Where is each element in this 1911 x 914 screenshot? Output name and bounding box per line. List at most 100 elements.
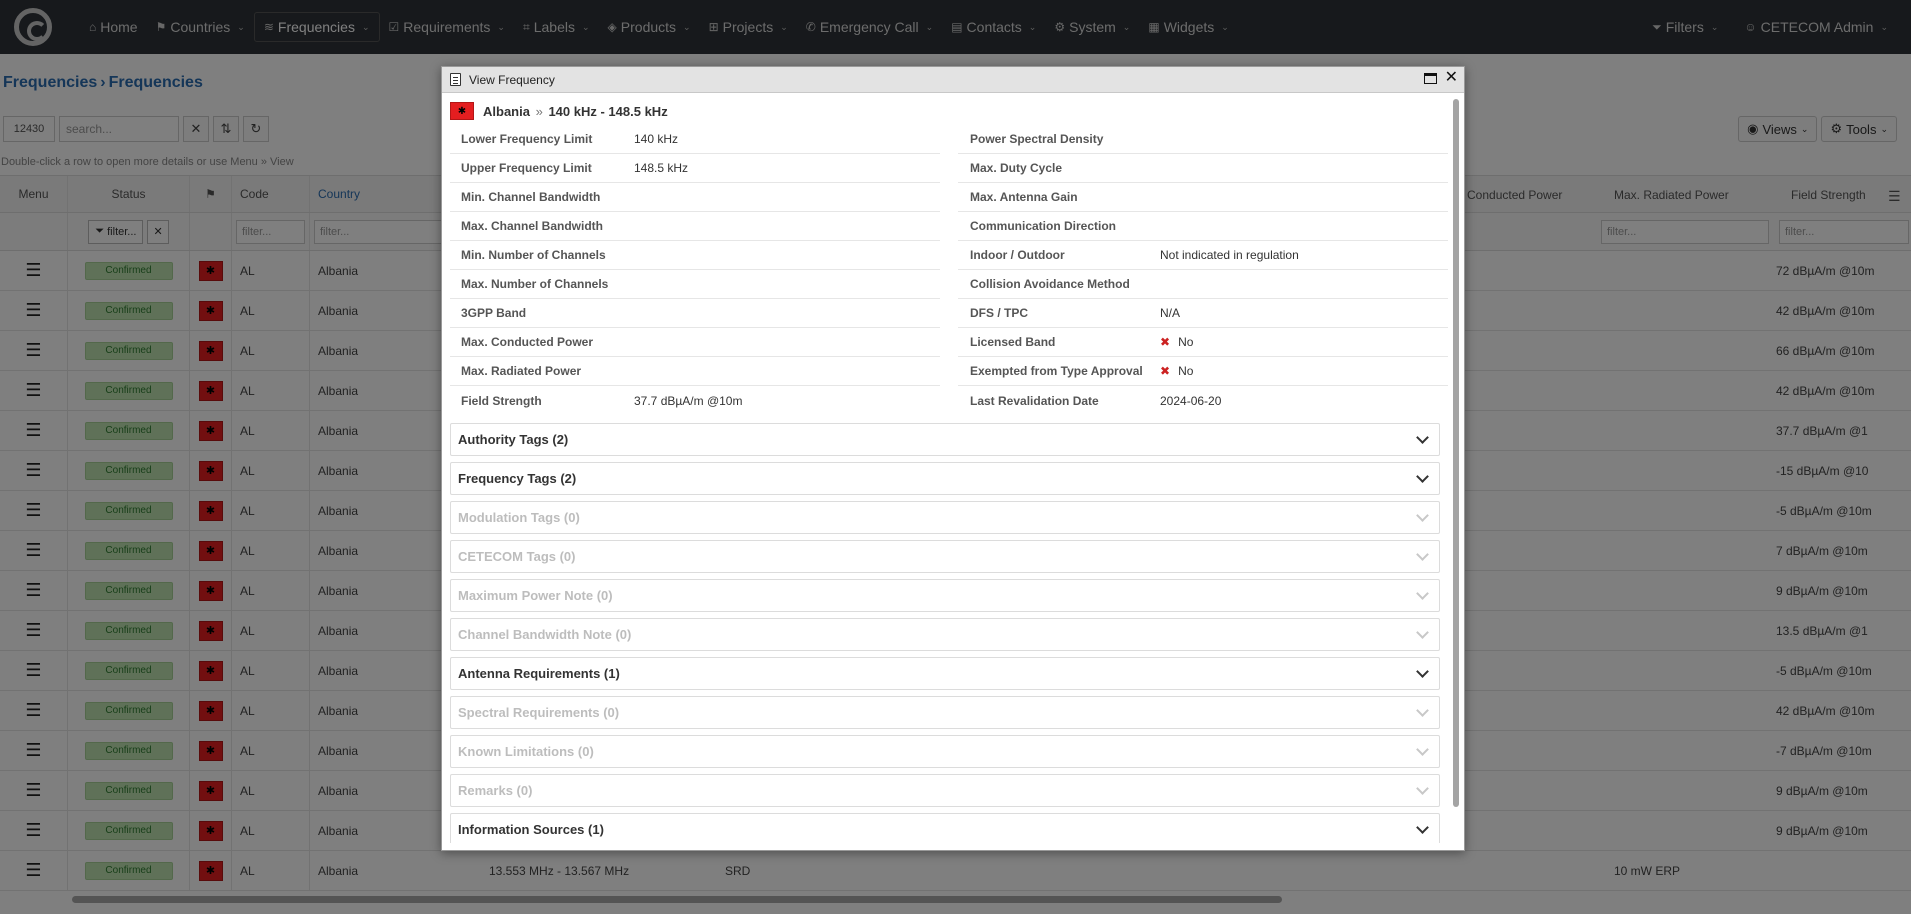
detail-label: Collision Avoidance Method <box>970 277 1130 291</box>
detail-row: Min. Number of Channels <box>450 241 940 270</box>
chevron-down-icon <box>1416 470 1429 483</box>
detail-row: Collision Avoidance Method <box>958 270 1448 299</box>
albania-flag-icon: ✱ <box>450 102 474 120</box>
detail-row: Power Spectral Density <box>958 125 1448 154</box>
detail-row: DFS / TPC N/A <box>958 299 1448 328</box>
section-spectral-requirements-0: Spectral Requirements (0) <box>450 696 1440 729</box>
detail-value-text: 2024-06-20 <box>1160 393 1222 408</box>
section-label: Modulation Tags (0) <box>458 510 580 525</box>
detail-label: Upper Frequency Limit <box>461 161 592 175</box>
chevron-down-icon <box>1416 704 1429 717</box>
detail-row: Lower Frequency Limit 140 kHz <box>450 125 940 154</box>
frequency-details: Lower Frequency Limit 140 kHz Upper Freque… <box>450 125 1448 415</box>
detail-value-text: 37.7 dBµA/m @10m <box>634 393 743 408</box>
section-cetecom-tags-0: CETECOM Tags (0) <box>450 540 1440 573</box>
title-separator: » <box>535 103 543 119</box>
view-frequency-dialog: View Frequency ✕ ✱ Albania » 140 kHz - 1… <box>441 66 1465 851</box>
detail-row: Max. Conducted Power <box>450 328 940 357</box>
no-x-icon: ✖ <box>1160 335 1171 349</box>
chevron-down-icon <box>1416 509 1429 522</box>
detail-label: Max. Duty Cycle <box>970 161 1063 175</box>
section-label: Authority Tags (2) <box>458 432 569 447</box>
detail-label: Max. Radiated Power <box>461 364 582 378</box>
section-label: Remarks (0) <box>458 783 533 798</box>
frequency-title: ✱ Albania » 140 kHz - 148.5 kHz <box>450 101 1448 121</box>
detail-label: Last Revalidation Date <box>970 393 1099 408</box>
detail-label: Exempted from Type Approval <box>970 364 1143 378</box>
detail-label: Communication Direction <box>970 219 1117 233</box>
section-authority-tags-2[interactable]: Authority Tags (2) <box>450 423 1440 456</box>
dialog-scrollbar[interactable] <box>1453 99 1459 807</box>
section-label: Known Limitations (0) <box>458 744 594 759</box>
chevron-down-icon <box>1416 431 1429 444</box>
detail-row: Exempted from Type Approval ✖ No <box>958 357 1448 386</box>
section-label: CETECOM Tags (0) <box>458 549 576 564</box>
section-modulation-tags-0: Modulation Tags (0) <box>450 501 1440 534</box>
section-maximum-power-note-0: Maximum Power Note (0) <box>450 579 1440 612</box>
detail-row: Last Revalidation Date 2024-06-20 <box>958 386 1448 415</box>
detail-label: Max. Conducted Power <box>461 335 594 349</box>
frequency-country: Albania <box>483 103 530 119</box>
section-remarks-0: Remarks (0) <box>450 774 1440 807</box>
chevron-down-icon <box>1416 548 1429 561</box>
section-information-sources-1[interactable]: Information Sources (1) <box>450 813 1440 843</box>
frequency-range: 140 kHz - 148.5 kHz <box>548 103 668 119</box>
no-x-icon: ✖ <box>1160 364 1171 378</box>
detail-row: Communication Direction <box>958 212 1448 241</box>
chevron-down-icon <box>1416 587 1429 600</box>
detail-value-text: Not indicated in regulation <box>1160 248 1299 262</box>
dialog-header: View Frequency ✕ <box>442 67 1464 93</box>
detail-value: 148.5 kHz <box>634 161 688 175</box>
details-left-column: Lower Frequency Limit 140 kHz Upper Freque… <box>450 125 940 415</box>
chevron-down-icon <box>1416 743 1429 756</box>
chevron-down-icon <box>1416 665 1429 678</box>
section-frequency-tags-2[interactable]: Frequency Tags (2) <box>450 462 1440 495</box>
detail-label: Min. Channel Bandwidth <box>461 190 601 204</box>
section-label: Channel Bandwidth Note (0) <box>458 627 632 642</box>
close-icon[interactable]: ✕ <box>1445 70 1458 86</box>
detail-row: Max. Antenna Gain <box>958 183 1448 212</box>
detail-row: Upper Frequency Limit 148.5 kHz <box>450 154 940 183</box>
chevron-down-icon <box>1416 821 1429 834</box>
maximize-icon[interactable] <box>1423 72 1437 84</box>
section-label: Frequency Tags (2) <box>458 471 577 486</box>
detail-value: 2024-06-20 <box>1160 394 1221 408</box>
detail-row: Licensed Band ✖ No <box>958 328 1448 357</box>
detail-row: Max. Duty Cycle <box>958 154 1448 183</box>
detail-value-text: 148.5 kHz <box>634 161 689 175</box>
detail-label: Lower Frequency Limit <box>461 132 593 146</box>
detail-label: Power Spectral Density <box>970 132 1104 146</box>
detail-row: Indoor / Outdoor Not indicated in regulat… <box>958 241 1448 270</box>
detail-row: Min. Channel Bandwidth <box>450 183 940 212</box>
detail-row: Max. Radiated Power <box>450 357 940 386</box>
detail-value: ✖ No <box>1160 364 1193 378</box>
detail-value-text: N/A <box>1160 306 1181 320</box>
detail-value: 140 kHz <box>634 132 678 146</box>
detail-row: Field Strength 37.7 dBµA/m @10m <box>450 386 940 415</box>
detail-label: Max. Number of Channels <box>461 277 609 291</box>
detail-label: Max. Channel Bandwidth <box>461 219 604 233</box>
detail-label: Field Strength <box>461 393 542 408</box>
detail-label: Max. Antenna Gain <box>970 190 1078 204</box>
detail-label: Licensed Band <box>970 335 1056 349</box>
detail-value-text: 140 kHz <box>634 132 679 146</box>
detail-value: Not indicated in regulation <box>1160 248 1299 262</box>
detail-value: ✖ No <box>1160 335 1193 349</box>
details-right-column: Power Spectral Density Max. Duty Cycle Max… <box>958 125 1448 415</box>
detail-label: Min. Number of Channels <box>461 248 606 262</box>
detail-row: Max. Channel Bandwidth <box>450 212 940 241</box>
section-channel-bandwidth-note-0: Channel Bandwidth Note (0) <box>450 618 1440 651</box>
collapsible-sections: Authority Tags (2) Frequency Tags (2) Modu… <box>450 423 1440 843</box>
section-label: Antenna Requirements (1) <box>458 666 620 681</box>
section-label: Spectral Requirements (0) <box>458 705 620 720</box>
detail-label: 3GPP Band <box>461 306 527 320</box>
detail-value: N/A <box>1160 306 1180 320</box>
section-label: Maximum Power Note (0) <box>458 588 613 603</box>
section-antenna-requirements-1[interactable]: Antenna Requirements (1) <box>450 657 1440 690</box>
chevron-down-icon <box>1416 782 1429 795</box>
detail-label: DFS / TPC <box>970 306 1029 320</box>
detail-row: Max. Number of Channels <box>450 270 940 299</box>
detail-row: 3GPP Band <box>450 299 940 328</box>
section-known-limitations-0: Known Limitations (0) <box>450 735 1440 768</box>
detail-value-text: No <box>1178 364 1194 378</box>
